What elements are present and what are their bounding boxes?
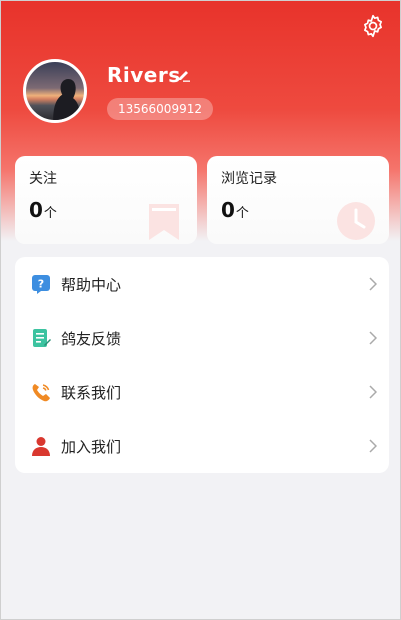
- menu-item-label: 加入我们: [61, 438, 122, 456]
- chevron-right-icon: [369, 277, 377, 291]
- svg-text:?: ?: [38, 278, 44, 291]
- menu-item-label: 联系我们: [61, 384, 122, 402]
- menu-item-feedback[interactable]: 鸽友反馈: [15, 311, 389, 365]
- history-count-unit: 个: [235, 206, 249, 221]
- follow-card[interactable]: 关注 0个: [15, 156, 197, 244]
- menu-item-contact-us[interactable]: 联系我们: [15, 365, 389, 419]
- feedback-icon: [33, 329, 51, 347]
- menu-item-label: 帮助中心: [61, 276, 122, 294]
- chevron-right-icon: [369, 385, 377, 399]
- chevron-right-icon: [369, 439, 377, 453]
- follow-count: 0个: [29, 198, 57, 222]
- bookmark-icon: [149, 204, 179, 240]
- menu-list: ? 帮助中心 鸽友反馈 联系我们 加入我们: [15, 257, 389, 473]
- user-icon: [32, 437, 50, 456]
- menu-item-join-us[interactable]: 加入我们: [15, 419, 389, 473]
- menu-item-label: 鸽友反馈: [61, 330, 122, 348]
- phone-number-badge: 13566009912: [107, 98, 213, 120]
- settings-gear-icon[interactable]: [360, 13, 386, 39]
- chevron-right-icon: [369, 331, 377, 345]
- avatar[interactable]: [23, 59, 87, 123]
- follow-count-unit: 个: [43, 206, 57, 221]
- history-count: 0个: [221, 198, 249, 222]
- clock-icon: [337, 202, 375, 240]
- follow-label: 关注: [29, 171, 57, 187]
- follow-count-value: 0: [29, 198, 43, 222]
- phone-icon: [32, 384, 50, 402]
- menu-item-help-center[interactable]: ? 帮助中心: [15, 257, 389, 311]
- edit-pencil-icon[interactable]: [177, 68, 191, 82]
- history-card[interactable]: 浏览记录 0个: [207, 156, 389, 244]
- help-icon: ?: [32, 275, 50, 294]
- history-count-value: 0: [221, 198, 235, 222]
- history-label: 浏览记录: [221, 171, 277, 187]
- username: Rivers: [107, 63, 181, 87]
